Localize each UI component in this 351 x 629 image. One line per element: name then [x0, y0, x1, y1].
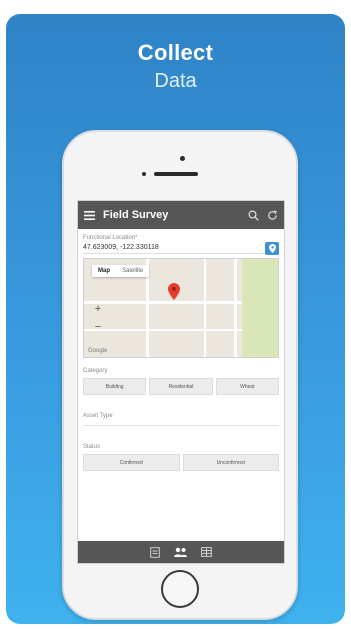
map-park-area [242, 259, 278, 357]
promo-card: Collect Data Field Survey Functional Loc… [6, 14, 345, 624]
map-view[interactable]: Map Satellite + − Google [83, 258, 279, 358]
map-tab-satellite[interactable]: Satellite [116, 265, 149, 277]
sensor-icon [142, 172, 146, 176]
category-option-wheat[interactable]: Wheat [215, 378, 279, 395]
status-label: Status [83, 444, 101, 450]
table-icon[interactable] [201, 547, 212, 557]
status-options: Confirmed Unconfirmed [83, 454, 279, 471]
category-label: Category [83, 368, 108, 374]
asset-type-label: Asset Type [83, 413, 113, 419]
category-options: Building Residential Wheat [83, 378, 279, 395]
home-button[interactable] [161, 570, 199, 608]
map-type-tabs: Map Satellite [92, 265, 150, 277]
status-option-confirmed[interactable]: Confirmed [83, 454, 180, 471]
zoom-out-button[interactable]: − [92, 321, 104, 333]
headline-title: Collect [137, 40, 214, 65]
map-google-logo: Google [88, 348, 108, 354]
bottom-nav [78, 541, 284, 563]
search-icon[interactable] [248, 209, 259, 221]
category-option-residential[interactable]: Residential [149, 378, 213, 395]
headline-subtitle: Data [154, 70, 197, 92]
hamburger-menu-icon[interactable] [84, 210, 95, 220]
form-icon[interactable] [150, 546, 160, 558]
refresh-icon[interactable] [267, 209, 278, 221]
map-marker-icon [168, 283, 180, 300]
location-pin-icon [268, 244, 276, 253]
zoom-in-button[interactable]: + [92, 303, 104, 315]
phone-frame: Field Survey Functional Location* 47.623… [62, 130, 298, 620]
users-icon[interactable] [174, 547, 187, 557]
location-label: Functional Location* [83, 235, 138, 241]
category-option-building[interactable]: Building [83, 378, 147, 395]
status-option-unconfirmed[interactable]: Unconfirmed [182, 454, 279, 471]
app-screen: Field Survey Functional Location* 47.623… [77, 200, 285, 564]
app-bar: Field Survey [78, 201, 284, 229]
app-title: Field Survey [103, 209, 169, 221]
location-input[interactable]: 47.623009, -122.330118 [83, 244, 265, 254]
locate-button[interactable] [265, 242, 279, 255]
speaker-grille [154, 172, 198, 176]
asset-type-field[interactable] [83, 425, 279, 426]
camera-icon [180, 156, 185, 161]
map-tab-map[interactable]: Map [92, 265, 116, 277]
